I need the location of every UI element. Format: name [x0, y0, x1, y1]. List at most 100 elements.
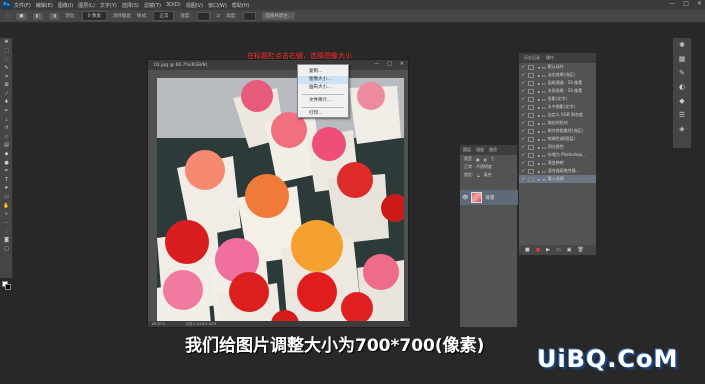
close-button[interactable]: ✕ [697, 0, 702, 7]
layer-filter-select[interactable]: 类型 [464, 156, 472, 162]
learn-panel-icon[interactable]: ◈ [673, 122, 691, 136]
dialog-toggle-box-icon[interactable] [528, 104, 534, 110]
tab-history[interactable]: 历史记录 [524, 55, 540, 61]
selection-mode-add-icon[interactable]: ◧ [32, 12, 43, 20]
dodge-tool-icon[interactable]: ● [0, 158, 13, 167]
action-toggle-check-icon[interactable]: ✓ [519, 153, 528, 158]
action-toggle-check-icon[interactable]: ✓ [519, 121, 528, 126]
frame-tool-icon[interactable]: ⊠ [0, 81, 13, 90]
action-item[interactable]: ✓ ▸ ▭ 制作剪贴路径(选区) [519, 127, 596, 135]
action-item[interactable]: ✓ ▸ ▭ 渐变映射 [519, 159, 596, 167]
minimize-button[interactable]: — [669, 0, 675, 7]
delete-icon[interactable]: 🗑︎ [577, 247, 583, 253]
dialog-toggle-box-icon[interactable] [528, 128, 534, 134]
gradient-tool-icon[interactable]: ▤ [0, 141, 13, 150]
antialias-checkbox[interactable]: 消除锯齿 [113, 13, 131, 19]
dialog-toggle-box-icon[interactable] [528, 160, 534, 166]
filter-pixel-icon[interactable]: ▣ [476, 157, 480, 162]
eyedropper-tool-icon[interactable]: ⁄ [0, 90, 13, 99]
menu-item-image-size[interactable]: 图像大小... [298, 76, 348, 84]
dialog-toggle-box-icon[interactable] [528, 80, 534, 86]
zoom-readout[interactable]: 66.67% [152, 322, 165, 326]
action-toggle-check-icon[interactable]: ✓ [519, 161, 528, 166]
document-canvas-image[interactable] [157, 78, 404, 325]
action-toggle-check-icon[interactable]: ✓ [519, 97, 528, 102]
stop-icon[interactable]: ■ [525, 247, 530, 253]
maximize-button[interactable]: □ [683, 0, 689, 7]
expand-arrow-icon[interactable]: ▸ [538, 169, 540, 174]
fill-label[interactable]: 填充 [484, 172, 492, 178]
expand-arrow-icon[interactable]: ▸ [538, 129, 540, 134]
expand-arrow-icon[interactable]: ▸ [538, 153, 540, 158]
tab-channels[interactable]: 通道 [476, 147, 484, 153]
select-and-mask-button[interactable]: 选择并遮住... [262, 12, 295, 20]
menu-item-duplicate[interactable]: 复制... [298, 68, 348, 76]
style-select[interactable]: 正常 [153, 11, 175, 21]
action-item[interactable]: ✓ ▸ ▭ 载入选择 [519, 175, 596, 183]
height-input[interactable] [242, 11, 257, 21]
screen-mode-icon[interactable]: ▢ [0, 244, 13, 253]
action-item[interactable]: ✓ ▸ ▭ 木质画框 - 50 像素 [519, 87, 596, 95]
menu-file[interactable]: 文件(F) [14, 2, 31, 9]
play-icon[interactable]: ▶ [546, 247, 550, 253]
layer-row-background[interactable]: 👁︎ 背景 [460, 190, 518, 205]
quick-select-tool-icon[interactable]: ✎ [0, 64, 13, 73]
expand-arrow-icon[interactable]: ▸ [538, 105, 540, 110]
action-toggle-check-icon[interactable]: ✓ [519, 169, 528, 174]
tab-layers[interactable]: 图层 [463, 147, 471, 153]
expand-arrow-icon[interactable]: ▸ [538, 177, 540, 182]
dialog-toggle-box-icon[interactable] [528, 88, 534, 94]
folder-icon[interactable]: ▭ [556, 247, 561, 253]
width-input[interactable] [196, 11, 211, 21]
action-item[interactable]: ✓ ▸ ▭ 熔化的铅块 [519, 119, 596, 127]
expand-arrow-icon[interactable]: ▸ [538, 81, 540, 86]
action-item[interactable]: ✓ ▸ ▭ 自定义 RGB 到灰度 [519, 111, 596, 119]
filter-adjust-icon[interactable]: ◐ [484, 157, 488, 162]
lock-icon[interactable]: 🔒︎ [477, 173, 479, 178]
adjustments-panel-icon[interactable]: ◐ [673, 80, 691, 94]
record-icon[interactable]: ● [536, 247, 540, 253]
menu-select[interactable]: 选择(S) [122, 2, 139, 9]
hand-tool-icon[interactable]: ✋ [0, 201, 13, 210]
clone-stamp-tool-icon[interactable]: ⊥ [0, 115, 13, 124]
action-toggle-check-icon[interactable]: ✓ [519, 129, 528, 134]
swatches-panel-icon[interactable]: ▦ [673, 52, 691, 66]
pen-tool-icon[interactable]: ✒ [0, 167, 13, 176]
action-item[interactable]: ✓ ▾ ▭ 默认动作 [519, 63, 596, 71]
menu-item-print[interactable]: 打印... [298, 110, 348, 118]
action-toggle-check-icon[interactable]: ✓ [519, 89, 528, 94]
crop-tool-icon[interactable]: ⌗ [0, 72, 13, 81]
properties-panel-icon[interactable]: ☰ [673, 108, 691, 122]
tab-paths[interactable]: 路径 [489, 147, 497, 153]
eraser-tool-icon[interactable]: ▱ [0, 133, 13, 142]
dialog-toggle-box-icon[interactable] [528, 168, 534, 174]
path-select-tool-icon[interactable]: ➤ [0, 184, 13, 193]
selection-mode-new-icon[interactable]: ■ [16, 12, 27, 20]
dialog-toggle-box-icon[interactable] [528, 64, 534, 70]
action-item[interactable]: ✓ ▸ ▭ 存储为 Photoshop... [519, 151, 596, 159]
dialog-toggle-box-icon[interactable] [528, 120, 534, 126]
action-toggle-check-icon[interactable]: ✓ [519, 177, 528, 182]
action-toggle-check-icon[interactable]: ✓ [519, 113, 528, 118]
expand-arrow-icon[interactable]: ▾ [538, 65, 540, 70]
doc-maximize-icon[interactable]: □ [387, 61, 392, 67]
expand-arrow-icon[interactable]: ▸ [538, 145, 540, 150]
expand-arrow-icon[interactable]: ▸ [538, 73, 540, 78]
new-icon[interactable]: ▣ [567, 247, 572, 253]
filter-type-icon[interactable]: T [491, 157, 493, 162]
shape-tool-icon[interactable]: ▭ [0, 193, 13, 202]
background-color-swatch[interactable] [5, 284, 11, 290]
healing-brush-tool-icon[interactable]: ✚ [0, 98, 13, 107]
visibility-eye-icon[interactable]: 👁︎ [462, 195, 468, 201]
expand-arrow-icon[interactable]: ▸ [538, 121, 540, 126]
action-item[interactable]: ✓ ▸ ▭ 淡出效果(选区) [519, 71, 596, 79]
menu-window[interactable]: 窗口(W) [208, 2, 227, 9]
action-item[interactable]: ✓ ▸ ▭ 四分颜色 [519, 143, 596, 151]
dialog-toggle-box-icon[interactable] [528, 152, 534, 158]
marquee-tool-icon[interactable]: ⬚ [0, 47, 13, 56]
action-toggle-check-icon[interactable]: ✓ [519, 65, 528, 70]
menu-filter[interactable]: 滤镜(T) [144, 2, 161, 9]
blur-tool-icon[interactable]: ◆ [0, 150, 13, 159]
doc-minimize-icon[interactable]: — [374, 61, 379, 67]
menu-help[interactable]: 帮助(H) [232, 2, 250, 9]
